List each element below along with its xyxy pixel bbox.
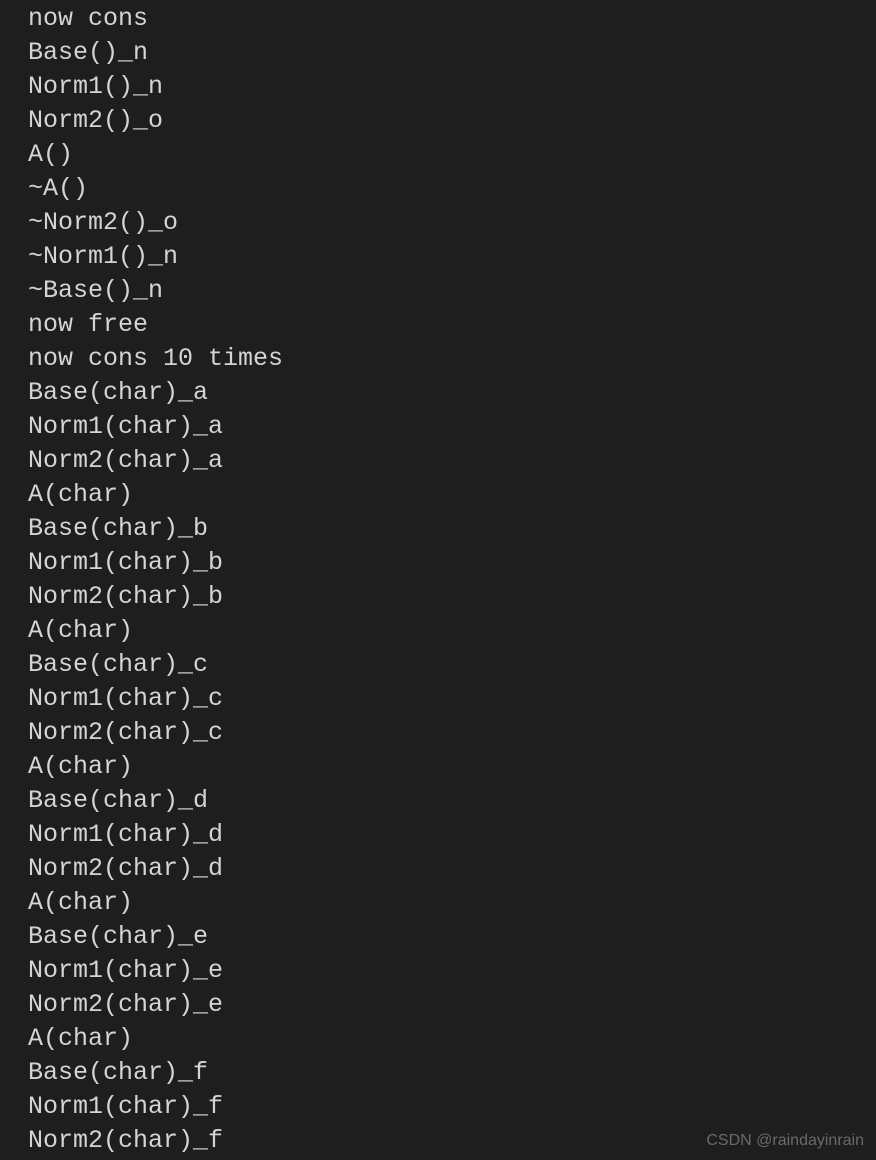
- output-line: Base(char)_f: [28, 1056, 876, 1090]
- output-line: A(char): [28, 1022, 876, 1056]
- terminal-output: now cons Base()_n Norm1()_n Norm2()_o A(…: [0, 0, 876, 1158]
- output-line: now free: [28, 308, 876, 342]
- output-line: Norm1(char)_a: [28, 410, 876, 444]
- output-line: Norm2(char)_c: [28, 716, 876, 750]
- output-line: ~Norm2()_o: [28, 206, 876, 240]
- watermark-text: CSDN @raindayinrain: [706, 1130, 864, 1152]
- output-line: Base(char)_e: [28, 920, 876, 954]
- output-line: Norm1(char)_d: [28, 818, 876, 852]
- output-line: Norm1(char)_c: [28, 682, 876, 716]
- output-line: Norm2(char)_e: [28, 988, 876, 1022]
- output-line: Norm2()_o: [28, 104, 876, 138]
- output-line: now cons: [28, 2, 876, 36]
- output-line: Base()_n: [28, 36, 876, 70]
- output-line: A(char): [28, 478, 876, 512]
- output-line: Norm1(char)_f: [28, 1090, 876, 1124]
- output-line: ~Norm1()_n: [28, 240, 876, 274]
- output-line: A(): [28, 138, 876, 172]
- output-line: Base(char)_b: [28, 512, 876, 546]
- output-line: Norm2(char)_a: [28, 444, 876, 478]
- output-line: Norm2(char)_d: [28, 852, 876, 886]
- output-line: Base(char)_d: [28, 784, 876, 818]
- output-line: Base(char)_a: [28, 376, 876, 410]
- output-line: Norm1(char)_e: [28, 954, 876, 988]
- output-line: A(char): [28, 614, 876, 648]
- output-line: Base(char)_c: [28, 648, 876, 682]
- output-line: Norm2(char)_b: [28, 580, 876, 614]
- output-line: now cons 10 times: [28, 342, 876, 376]
- output-line: A(char): [28, 886, 876, 920]
- output-line: ~A(): [28, 172, 876, 206]
- output-line: A(char): [28, 750, 876, 784]
- output-line: Norm1(char)_b: [28, 546, 876, 580]
- output-line: ~Base()_n: [28, 274, 876, 308]
- output-line: Norm1()_n: [28, 70, 876, 104]
